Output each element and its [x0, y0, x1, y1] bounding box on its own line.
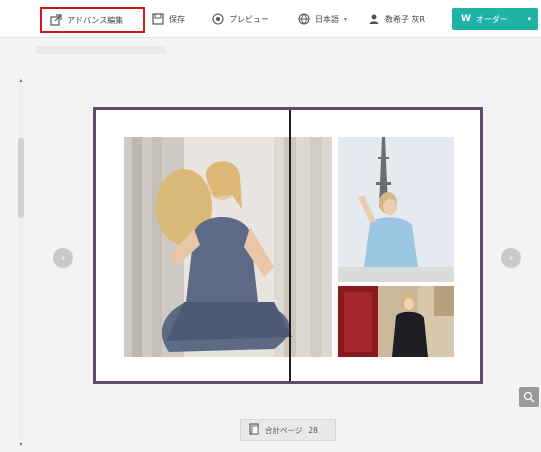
book-spine — [289, 110, 291, 381]
previous-page-button[interactable]: ‹ — [53, 248, 73, 268]
zoom-icon — [523, 388, 535, 407]
user-icon — [368, 13, 380, 25]
eye-icon — [212, 13, 224, 25]
page-count-label: 合計ページ — [265, 425, 303, 435]
save-icon — [152, 13, 164, 25]
save-button[interactable]: 保存 — [152, 8, 185, 30]
photo-woman-dress[interactable] — [124, 137, 332, 357]
order-button[interactable]: W オーダー ▾ — [452, 8, 538, 30]
zoom-button[interactable] — [519, 387, 539, 407]
page-count-indicator: 合計ページ 28 — [240, 419, 336, 441]
chevron-down-icon: ▾ — [344, 15, 348, 23]
top-toolbar: アドバンス編集 保存 プレビュー 日本語 ▾ 数希子 灰R W オーダー ▾ — [0, 0, 541, 38]
preview-button[interactable]: プレビュー — [212, 8, 269, 30]
chevron-right-icon: › — [509, 252, 513, 264]
preview-label: プレビュー — [229, 14, 269, 24]
vertical-scrollbar[interactable] — [18, 80, 24, 440]
w-logo-icon: W — [461, 14, 471, 24]
page-icon — [249, 423, 259, 437]
chevron-left-icon: ‹ — [61, 252, 65, 264]
save-label: 保存 — [169, 14, 185, 24]
photo-eiffel-tower[interactable] — [338, 137, 454, 282]
scroll-up-icon[interactable]: ▴ — [18, 76, 24, 84]
next-page-button[interactable]: › — [501, 248, 521, 268]
photo-red-door[interactable] — [338, 286, 454, 357]
language-selector[interactable]: 日本語 ▾ — [298, 8, 347, 30]
external-edit-icon — [50, 14, 62, 26]
advanced-edit-button[interactable]: アドバンス編集 — [40, 7, 145, 33]
language-label: 日本語 — [315, 14, 339, 24]
user-menu[interactable]: 数希子 灰R — [368, 8, 425, 30]
chevron-down-icon: ▾ — [527, 15, 531, 23]
page-count-value: 28 — [308, 425, 318, 435]
photobook-spread[interactable] — [93, 107, 483, 384]
scroll-down-icon[interactable]: ▾ — [18, 440, 24, 448]
faint-placeholder-bar — [36, 46, 166, 54]
order-label: オーダー — [475, 14, 508, 24]
scrollbar-thumb[interactable] — [18, 138, 24, 218]
advanced-edit-label: アドバンス編集 — [67, 15, 124, 25]
globe-icon — [298, 13, 310, 25]
user-label: 数希子 灰R — [385, 14, 426, 24]
